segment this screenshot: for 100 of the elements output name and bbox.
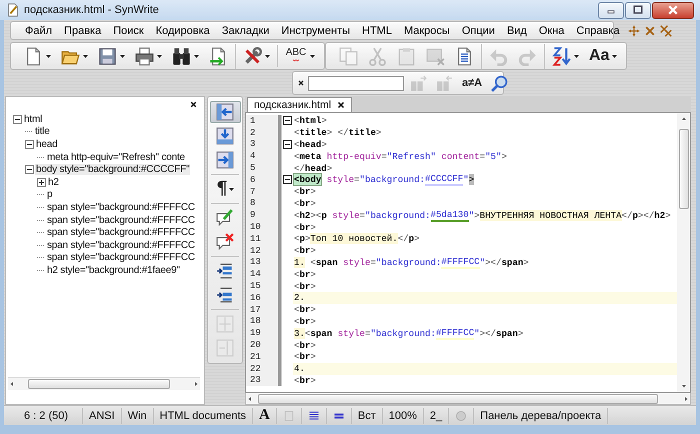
font-glyph[interactable]: A — [253, 408, 277, 424]
menu-item[interactable]: Файл — [19, 24, 58, 36]
code-line: 3.<span style="background:#FFFFCC"></span> — [293, 327, 524, 340]
binoculars-arrow-icon — [410, 74, 427, 92]
maximize-icon — [632, 4, 644, 16]
collapse-icon[interactable] — [283, 140, 292, 149]
menu-item[interactable]: Поиск — [107, 24, 150, 36]
menu-item[interactable]: Справка — [570, 24, 626, 36]
line-number: 1 — [246, 115, 278, 127]
tree-item[interactable]: html — [23, 114, 44, 125]
menu-item[interactable]: Инструменты — [275, 24, 356, 36]
line-number: 5 — [246, 162, 278, 174]
horizontal-scrollbar[interactable] — [8, 377, 200, 390]
line-number: 15 — [246, 280, 278, 292]
tree-item[interactable]: span style="background:#FFFFCC — [46, 240, 196, 251]
vertical-scrollbar[interactable] — [677, 113, 690, 392]
panel-bottom-icon — [216, 127, 234, 145]
close-all-icon[interactable] — [660, 24, 672, 36]
tree-item[interactable]: meta http-equiv="Refresh" conte — [46, 152, 186, 163]
tree-item[interactable]: h2 style="background:#1faee9" — [46, 264, 181, 276]
panel-right-icon — [216, 151, 234, 169]
left-panel-button[interactable] — [210, 101, 240, 123]
arrow-up-icon — [680, 115, 688, 123]
close-icon — [337, 101, 346, 109]
tree-item[interactable]: span style="background:#FFFFCC — [46, 227, 196, 238]
menu-item[interactable]: Правка — [58, 24, 108, 36]
tree-item[interactable]: head — [35, 138, 58, 150]
line-number: 7 — [246, 186, 278, 198]
arrow-down-icon — [680, 382, 688, 390]
line-number: 12 — [246, 244, 278, 257]
tree-item[interactable]: h2 — [47, 176, 60, 188]
menu-item[interactable]: Макросы — [398, 24, 456, 36]
maximize-button[interactable] — [625, 2, 651, 18]
move-icon[interactable] — [628, 24, 640, 36]
line-number: 10 — [246, 221, 278, 233]
tree-item[interactable]: title — [34, 126, 51, 138]
tree-item[interactable]: span style="background:#FFFFCC — [46, 202, 196, 213]
code-line: <meta http-equiv="Refresh" content="5"> — [293, 150, 508, 162]
code-line: 1. <span style="background:#FFFFCC"></span> — [293, 256, 530, 268]
document-icon — [455, 46, 474, 66]
window-title: подсказник.html - SynWrite — [24, 4, 160, 16]
collapse-icon[interactable] — [25, 165, 34, 174]
close-icon — [667, 4, 679, 16]
close-button[interactable] — [652, 2, 694, 18]
tree-item[interactable]: span style="background:#FFFFCC — [46, 214, 196, 226]
line-number: 22 — [246, 362, 278, 375]
align-icon — [308, 410, 320, 422]
line-number: 8 — [246, 198, 278, 210]
spell-check-button[interactable]: ABC — [281, 45, 319, 67]
collapse-icon[interactable] — [25, 140, 34, 149]
menu-item[interactable]: Кодировка — [150, 24, 216, 36]
tree-item[interactable]: body style="background:#CCCCFF" — [35, 164, 190, 176]
code-line: <title> </title> — [293, 126, 382, 139]
file-edit-icon — [6, 3, 20, 17]
close-icon[interactable] — [297, 79, 305, 87]
minimize-button[interactable] — [598, 2, 624, 18]
menu-item[interactable]: Вид — [500, 24, 533, 36]
code-line: <body style="background:#CCCCFF"> — [293, 174, 476, 186]
match-case-button[interactable]: a≠A — [459, 75, 486, 91]
unindent-icon — [216, 286, 234, 304]
horizontal-scrollbar[interactable] — [245, 393, 691, 405]
sort-icon — [552, 46, 571, 66]
tree-item[interactable]: span style="background:#FFFFCC — [46, 252, 196, 264]
code-line: <p>Топ 10 новостей.</p> — [293, 232, 421, 245]
panel-left-icon — [216, 103, 234, 121]
menu-item[interactable]: Опции — [456, 24, 501, 36]
code-line: <br> — [293, 304, 317, 316]
document-icon — [24, 46, 43, 66]
code-line: <br> — [293, 198, 317, 210]
binoculars-arrow-icon — [436, 74, 453, 92]
delete-icon — [426, 46, 445, 66]
search-field[interactable] — [308, 76, 404, 90]
menu-item[interactable]: Закладки — [216, 24, 276, 36]
line-number: 19 — [246, 327, 278, 340]
status-text: 100% — [382, 408, 424, 424]
scrollbar-thumb[interactable] — [258, 394, 658, 404]
collapse-icon[interactable] — [283, 116, 292, 126]
status-text: Win — [122, 408, 154, 424]
status-text: Вст — [352, 408, 383, 424]
menu-item[interactable]: Окна — [532, 24, 570, 36]
search-icon — [491, 74, 508, 92]
font-button[interactable]: Aa — [585, 44, 622, 68]
collapse-icon[interactable] — [283, 175, 292, 184]
line-number: 11 — [246, 232, 278, 245]
redo-icon — [518, 46, 537, 66]
table-icon — [216, 315, 234, 333]
status-text: 2_ — [424, 408, 450, 424]
tree-item[interactable]: p — [46, 189, 54, 200]
formatting-marks-button[interactable]: ¶ — [210, 178, 240, 200]
collapse-icon[interactable] — [13, 114, 22, 124]
scrollbar-thumb[interactable] — [28, 379, 170, 389]
scrollbar-thumb[interactable] — [678, 129, 688, 209]
expand-icon[interactable] — [37, 178, 46, 187]
code-line: <br> — [293, 350, 317, 363]
menu-item[interactable]: HTML — [356, 24, 398, 36]
close-icon[interactable] — [189, 100, 198, 108]
status-text: ANSI — [83, 408, 122, 424]
status-text: 6 : 2 (50) — [10, 408, 83, 424]
speech-bubble-cross-icon — [216, 233, 234, 251]
file-tab[interactable]: подсказник.html — [247, 97, 352, 112]
